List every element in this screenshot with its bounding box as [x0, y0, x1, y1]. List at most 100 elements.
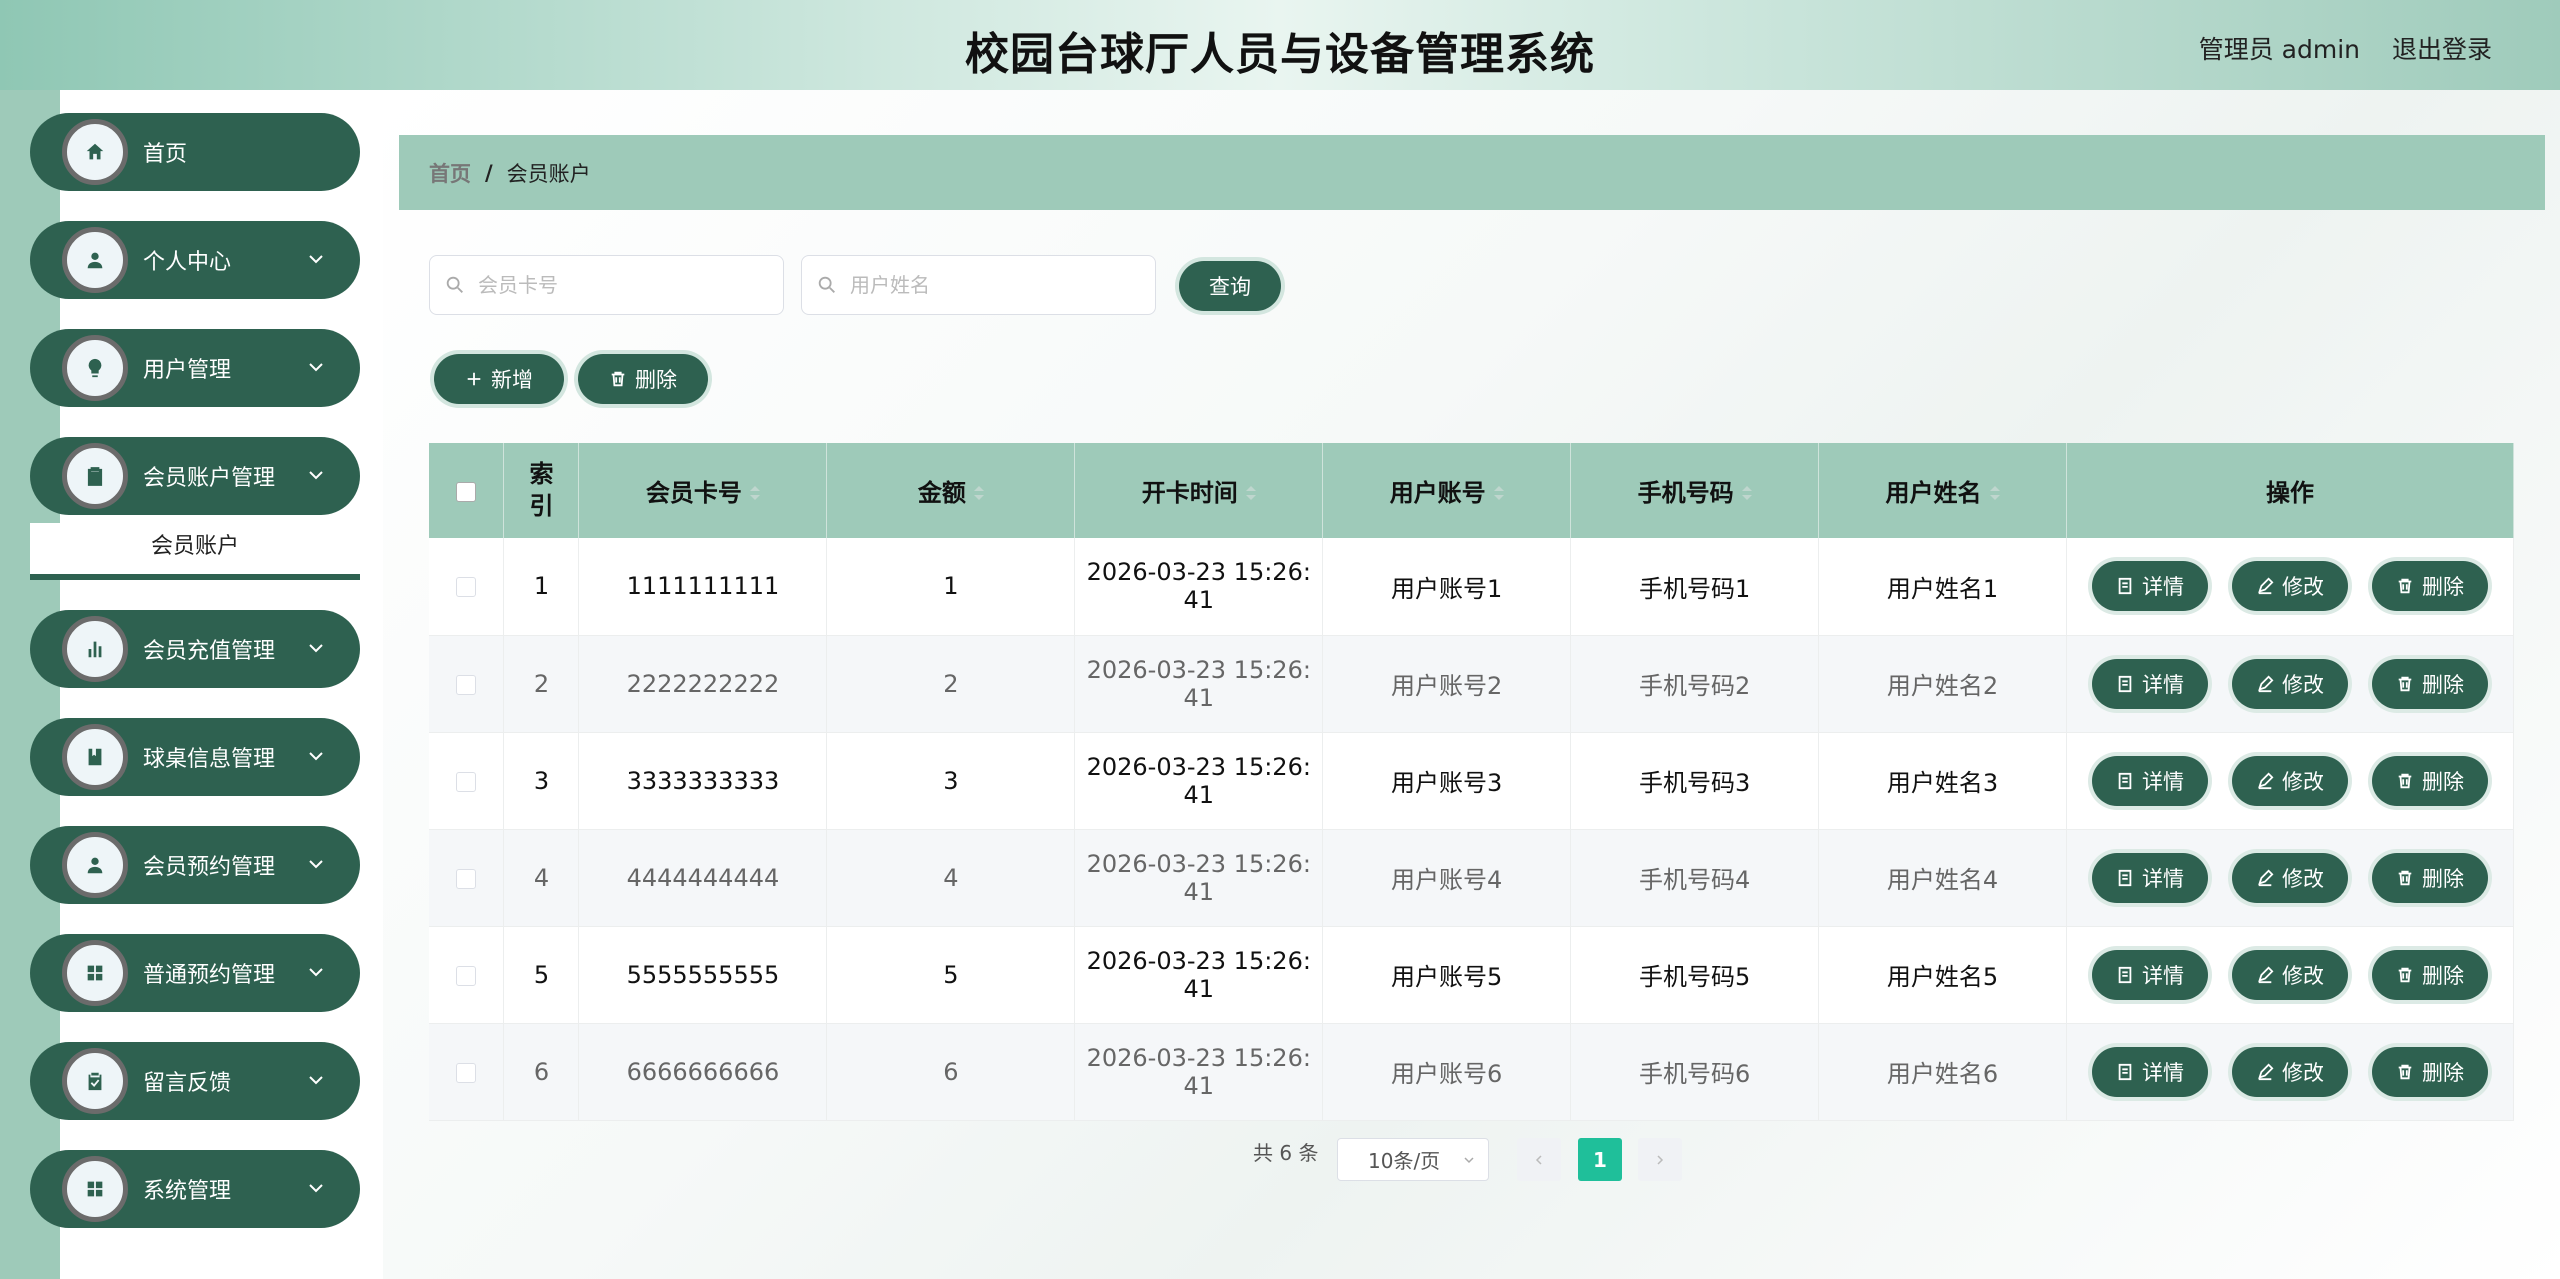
cell-amount: 3 [826, 732, 1076, 830]
sidebar-item-personal-center[interactable]: 个人中心 [30, 221, 360, 299]
cell-amount: 1 [826, 538, 1076, 636]
row-checkbox[interactable] [456, 771, 477, 792]
cell-operations: 详情 修改 删除 [2066, 538, 2515, 636]
sort-icon[interactable] [1493, 486, 1504, 502]
sort-icon[interactable] [749, 486, 760, 502]
delete-button[interactable]: 删除 [2371, 1046, 2488, 1097]
row-checkbox[interactable] [456, 1062, 477, 1083]
row-checkbox[interactable] [456, 674, 477, 695]
header-amount[interactable]: 金额 [826, 443, 1076, 538]
delete-button[interactable]: 删除 [2371, 949, 2488, 1000]
row-select-cell[interactable] [429, 926, 505, 1024]
page-size-value: 10条/页 [1368, 1149, 1441, 1173]
page-size-select[interactable]: 10条/页 [1337, 1138, 1489, 1181]
chevron-left-icon [1535, 1154, 1542, 1165]
sort-icon[interactable] [1741, 486, 1752, 502]
detail-button[interactable]: 详情 [2091, 561, 2208, 612]
trash-icon [2398, 579, 2412, 594]
delete-button[interactable]: 删除 [2371, 561, 2488, 612]
document-icon [2118, 578, 2132, 595]
edit-button[interactable]: 修改 [2231, 1046, 2348, 1097]
sidebar-item-feedback[interactable]: 留言反馈 [30, 1042, 360, 1120]
detail-button[interactable]: 详情 [2091, 852, 2208, 903]
chevron-down-icon [309, 255, 323, 264]
sort-icon[interactable] [973, 486, 984, 502]
row-checkbox[interactable] [456, 868, 477, 889]
delete-button[interactable]: 删除 [2371, 658, 2488, 709]
header-index: 索引 [503, 443, 580, 538]
sidebar-item-member-account-management[interactable]: 会员账户管理 [30, 437, 360, 515]
row-checkbox[interactable] [456, 965, 477, 986]
page-number-button[interactable]: 1 [1578, 1138, 1622, 1181]
edit-button[interactable]: 修改 [2231, 658, 2348, 709]
sidebar-item-member-recharge-management[interactable]: 会员充值管理 [30, 610, 360, 688]
user-name-search[interactable] [801, 255, 1156, 315]
header-card-number[interactable]: 会员卡号 [578, 443, 828, 538]
header-phone[interactable]: 手机号码 [1570, 443, 1820, 538]
trash-icon [2398, 1064, 2412, 1079]
header-user-account[interactable]: 用户账号 [1322, 443, 1572, 538]
home-icon [62, 119, 128, 185]
sort-icon[interactable] [1245, 486, 1256, 502]
select-all-header[interactable] [429, 443, 505, 538]
clipboard-check-icon [62, 1048, 128, 1114]
submenu-item-member-account[interactable]: 会员账户 [30, 523, 360, 580]
search-icon [818, 276, 835, 293]
breadcrumb-home[interactable]: 首页 [429, 158, 471, 188]
detail-button[interactable]: 详情 [2091, 949, 2208, 1000]
cell-index: 5 [503, 926, 580, 1024]
chevron-down-icon [309, 1076, 323, 1085]
add-button[interactable]: 新增 [434, 354, 564, 404]
row-select-cell[interactable] [429, 635, 505, 733]
trash-icon [2398, 676, 2412, 691]
cell-user-account: 用户账号1 [1322, 538, 1572, 636]
sidebar-item-user-management[interactable]: 用户管理 [30, 329, 360, 407]
admin-label: 管理员 admin [2198, 35, 2360, 64]
card-number-search[interactable] [429, 255, 784, 315]
trash-icon [611, 371, 625, 387]
query-button[interactable]: 查询 [1179, 261, 1281, 311]
user-name-input[interactable] [850, 273, 1130, 297]
trash-icon [2398, 967, 2412, 982]
header-open-time[interactable]: 开卡时间 [1074, 443, 1324, 538]
select-all-checkbox[interactable] [456, 481, 477, 502]
card-number-input[interactable] [478, 273, 758, 297]
row-select-cell[interactable] [429, 732, 505, 830]
edit-button[interactable]: 修改 [2231, 561, 2348, 612]
row-select-cell[interactable] [429, 538, 505, 636]
logout-link[interactable]: 退出登录 [2392, 30, 2492, 66]
cell-user-name: 用户姓名1 [1818, 538, 2067, 636]
sidebar-item-home[interactable]: 首页 [30, 113, 360, 191]
add-button-label: 新增 [491, 368, 533, 392]
sort-icon[interactable] [1989, 486, 2000, 502]
sidebar-item-table-info-management[interactable]: 球桌信息管理 [30, 718, 360, 796]
next-page-button[interactable] [1638, 1138, 1682, 1181]
header-operations: 操作 [2066, 443, 2515, 538]
sidebar-item-system-management[interactable]: 系统管理 [30, 1150, 360, 1228]
sidebar-item-member-booking-management[interactable]: 会员预约管理 [30, 826, 360, 904]
row-checkbox[interactable] [456, 577, 477, 598]
detail-button[interactable]: 详情 [2091, 755, 2208, 806]
table-row: 1 1111111111 1 2026-03-23 15:26: 41 用户账号1… [429, 538, 2515, 636]
edit-button[interactable]: 修改 [2231, 949, 2348, 1000]
cell-card-number: 4444444444 [578, 829, 828, 927]
cell-index: 4 [503, 829, 580, 927]
edit-button[interactable]: 修改 [2231, 755, 2348, 806]
header-user-name[interactable]: 用户姓名 [1818, 443, 2067, 538]
sidebar-item-general-booking-management[interactable]: 普通预约管理 [30, 934, 360, 1012]
prev-page-button[interactable] [1517, 1138, 1561, 1181]
batch-delete-button[interactable]: 删除 [578, 354, 708, 404]
cell-operations: 详情 修改 删除 [2066, 926, 2515, 1024]
detail-button[interactable]: 详情 [2091, 1046, 2208, 1097]
breadcrumb: 首页 / 会员账户 [399, 135, 2545, 210]
delete-button[interactable]: 删除 [2371, 852, 2488, 903]
edit-button[interactable]: 修改 [2231, 852, 2348, 903]
chevron-down-icon [309, 860, 323, 869]
edit-icon [2258, 869, 2274, 886]
delete-button[interactable]: 删除 [2371, 755, 2488, 806]
detail-button[interactable]: 详情 [2091, 658, 2208, 709]
book-icon [62, 724, 128, 790]
row-select-cell[interactable] [429, 1023, 505, 1121]
row-select-cell[interactable] [429, 829, 505, 927]
delete-button-label: 删除 [635, 368, 677, 392]
